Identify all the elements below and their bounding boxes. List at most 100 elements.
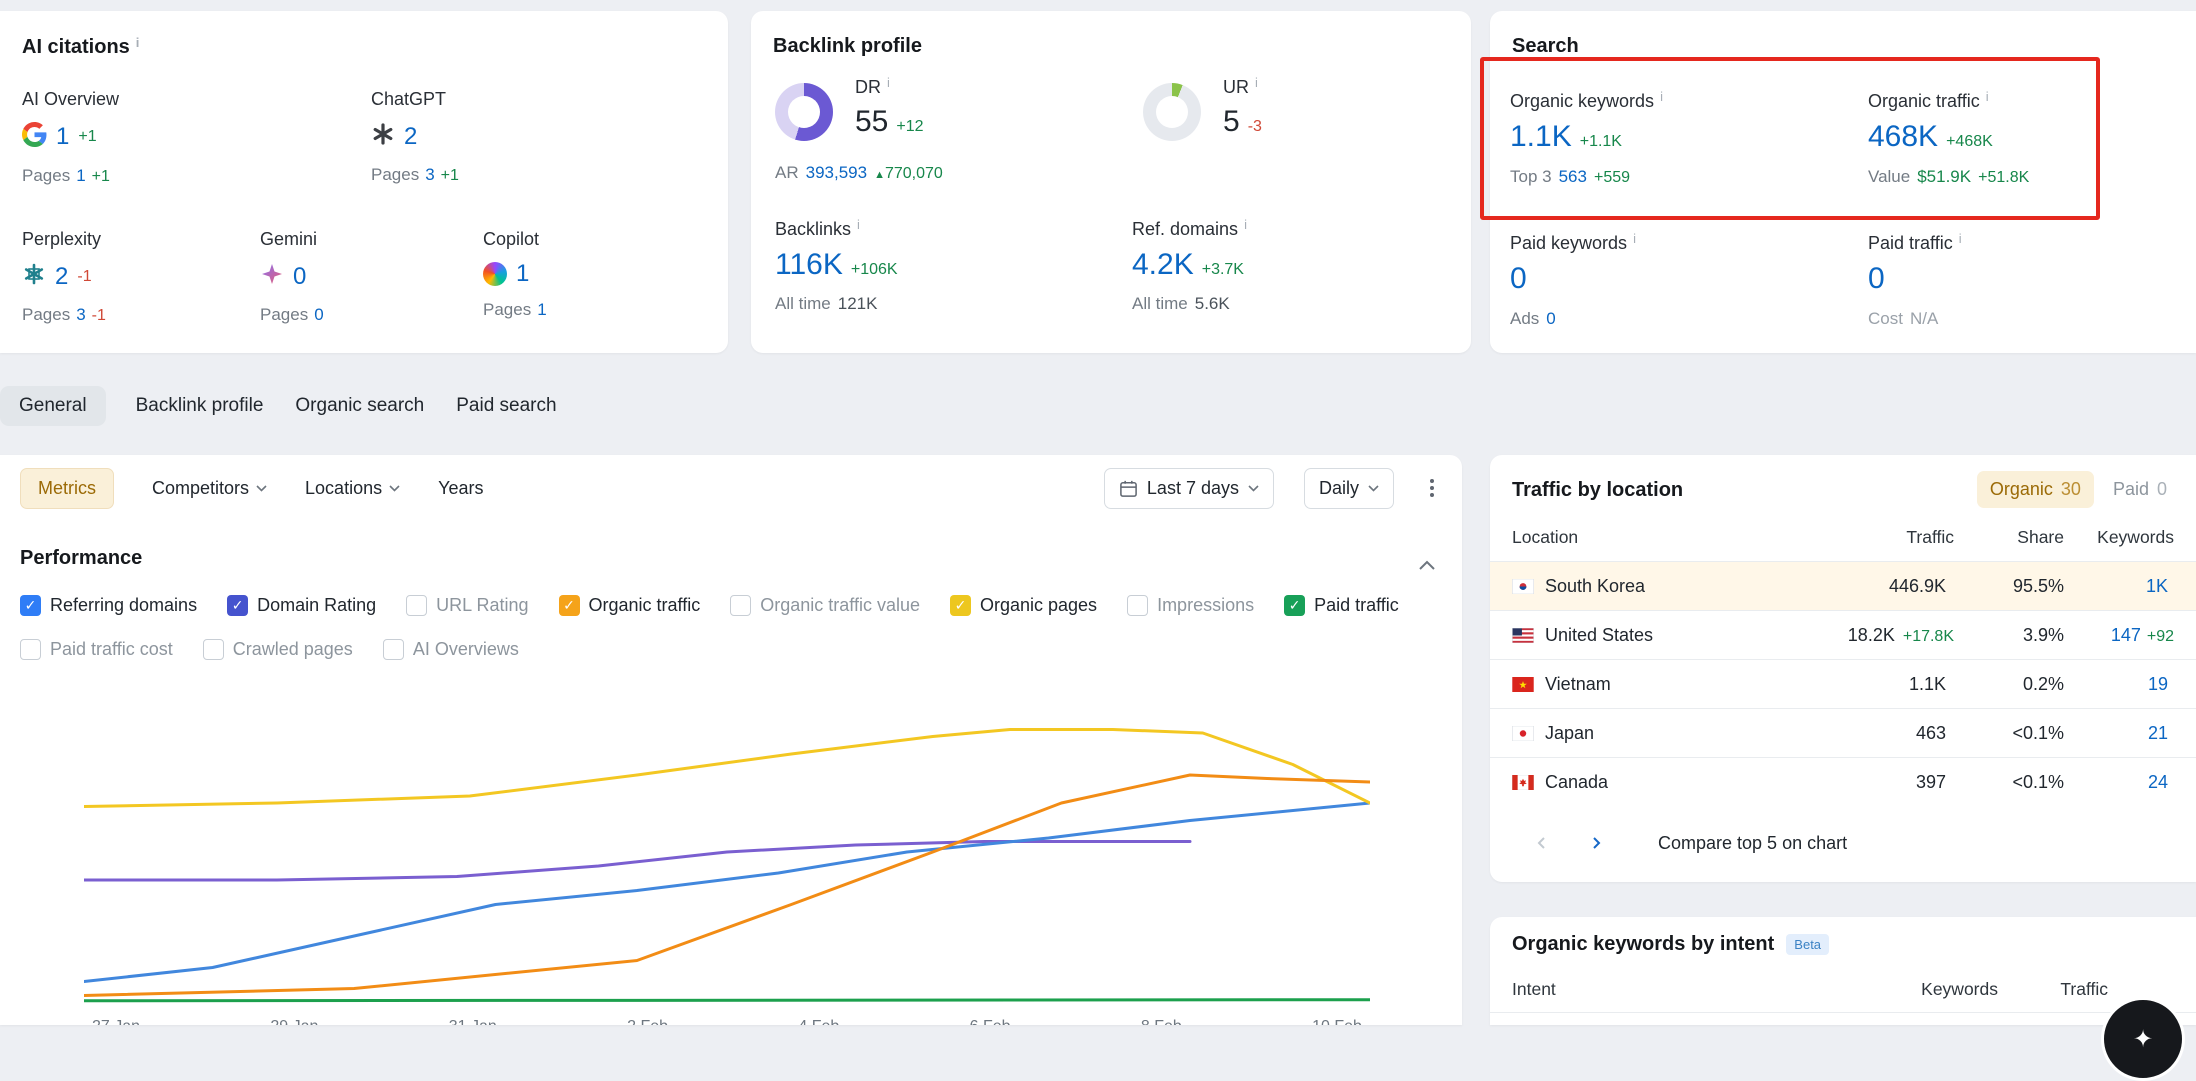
checkbox-icon[interactable] bbox=[730, 595, 751, 616]
location-name[interactable]: Canada bbox=[1545, 772, 1608, 793]
value-delta: +51.8K bbox=[1978, 169, 2029, 187]
ar-label: AR bbox=[775, 163, 799, 183]
pages-value[interactable]: 3 bbox=[76, 305, 85, 325]
ai-citations-value[interactable]: 0 bbox=[293, 265, 306, 289]
header-traffic: Traffic bbox=[1998, 979, 2108, 1000]
keywords-value[interactable]: 147 bbox=[2111, 625, 2141, 646]
keywords-value[interactable]: 19 bbox=[2148, 674, 2168, 695]
checkbox-icon[interactable] bbox=[406, 595, 427, 616]
metric-checkbox-ai-overviews[interactable]: AI Overviews bbox=[383, 639, 519, 660]
metric-checkbox-domain-rating[interactable]: Domain Rating bbox=[227, 595, 376, 616]
checkbox-icon[interactable] bbox=[227, 595, 248, 616]
date-range-dropdown[interactable]: Last 7 days bbox=[1104, 468, 1274, 509]
location-name[interactable]: South Korea bbox=[1545, 576, 1645, 597]
traffic-value: 1.1K bbox=[1909, 674, 1946, 695]
paid-keywords-value[interactable]: 0 bbox=[1510, 264, 1527, 294]
value-amount[interactable]: $51.9K bbox=[1917, 167, 1971, 187]
metrics-filter-button[interactable]: Metrics bbox=[20, 468, 114, 509]
competitors-dropdown[interactable]: Competitors bbox=[152, 478, 267, 499]
prev-page-button[interactable] bbox=[1524, 825, 1560, 861]
collapse-section-button[interactable] bbox=[1418, 555, 1436, 576]
info-icon[interactable]: i bbox=[1986, 89, 1989, 104]
info-icon[interactable]: i bbox=[887, 75, 890, 90]
locations-dropdown[interactable]: Locations bbox=[305, 478, 400, 499]
checkbox-icon[interactable] bbox=[20, 595, 41, 616]
organic-toggle-button[interactable]: Organic30 bbox=[1977, 471, 2094, 508]
paid-traffic-value[interactable]: 0 bbox=[1868, 264, 1885, 294]
checkbox-icon[interactable] bbox=[559, 595, 580, 616]
metric-checkbox-organic-pages[interactable]: Organic pages bbox=[950, 595, 1097, 616]
info-icon[interactable]: i bbox=[1959, 231, 1962, 246]
tab-backlink-profile[interactable]: Backlink profile bbox=[134, 386, 266, 426]
top3-value[interactable]: 563 bbox=[1559, 167, 1587, 187]
table-row-japan[interactable]: Japan 463 <0.1% 21 bbox=[1490, 708, 2196, 757]
table-row-south-korea[interactable]: South Korea 446.9K 95.5% 1K bbox=[1490, 561, 2196, 610]
backlink-profile-card: Backlink profile DRi 55 +12 AR 393,593 ▲… bbox=[751, 11, 1471, 353]
pages-value[interactable]: 3 bbox=[425, 165, 434, 185]
location-name[interactable]: Vietnam bbox=[1545, 674, 1611, 695]
info-icon[interactable]: i bbox=[1244, 217, 1247, 232]
paid-traffic-label: Paid traffic bbox=[1868, 233, 1953, 253]
keywords-value[interactable]: 24 bbox=[2148, 772, 2168, 793]
keywords-value[interactable]: 21 bbox=[2148, 723, 2168, 744]
granularity-dropdown[interactable]: Daily bbox=[1304, 468, 1394, 509]
info-icon[interactable]: i bbox=[1633, 231, 1636, 246]
checkbox-icon[interactable] bbox=[1127, 595, 1148, 616]
keywords-by-intent-title: Organic keywords by intent bbox=[1512, 933, 1774, 956]
organic-keywords-value[interactable]: 1.1K bbox=[1510, 122, 1572, 152]
organic-traffic-value[interactable]: 468K bbox=[1868, 122, 1938, 152]
metric-checkbox-paid-traffic-cost[interactable]: Paid traffic cost bbox=[20, 639, 173, 660]
pages-value[interactable]: 1 bbox=[76, 166, 85, 186]
performance-line-chart[interactable] bbox=[84, 670, 1370, 1020]
ar-value[interactable]: 393,593 bbox=[806, 163, 867, 183]
metric-checkbox-paid-traffic[interactable]: Paid traffic bbox=[1284, 595, 1399, 616]
table-row-united-states[interactable]: United States 18.2K+17.8K 3.9% 147+92 bbox=[1490, 610, 2196, 659]
ai-citations-value[interactable]: 1 bbox=[516, 262, 529, 286]
years-button[interactable]: Years bbox=[438, 478, 483, 499]
tab-organic-search[interactable]: Organic search bbox=[293, 386, 426, 426]
checkbox-icon[interactable] bbox=[950, 595, 971, 616]
chat-widget-button[interactable]: ✦ bbox=[2101, 997, 2185, 1081]
ai-citations-value[interactable]: 1 bbox=[56, 125, 69, 149]
metric-checkbox-impressions[interactable]: Impressions bbox=[1127, 595, 1254, 616]
location-name[interactable]: United States bbox=[1545, 625, 1653, 646]
metric-checkbox-organic-traffic[interactable]: Organic traffic bbox=[559, 595, 701, 616]
tab-general[interactable]: General bbox=[0, 386, 106, 426]
metric-label: Domain Rating bbox=[257, 595, 376, 616]
checkbox-icon[interactable] bbox=[1284, 595, 1305, 616]
chevron-right-icon bbox=[1589, 836, 1603, 850]
dr-delta: +12 bbox=[896, 118, 923, 136]
flag-japan-icon bbox=[1512, 726, 1534, 741]
info-icon[interactable]: i bbox=[1255, 75, 1258, 90]
pages-value[interactable]: 0 bbox=[314, 305, 323, 325]
header-intent: Intent bbox=[1512, 979, 1868, 1000]
pages-value[interactable]: 1 bbox=[537, 300, 546, 320]
metric-checkbox-crawled-pages[interactable]: Crawled pages bbox=[203, 639, 353, 660]
metric-checkbox-url-rating[interactable]: URL Rating bbox=[406, 595, 528, 616]
info-icon[interactable]: i bbox=[136, 35, 140, 50]
ai-citations-title: AI citationsi bbox=[22, 35, 139, 59]
paid-toggle-button[interactable]: Paid0 bbox=[2100, 471, 2180, 508]
backlinks-value[interactable]: 116K bbox=[775, 250, 843, 280]
ai-citations-value[interactable]: 2 bbox=[55, 265, 68, 289]
checkbox-icon[interactable] bbox=[383, 639, 404, 660]
info-icon[interactable]: i bbox=[857, 217, 860, 232]
keywords-value[interactable]: 1K bbox=[2146, 576, 2168, 597]
metric-checkbox-organic-traffic-value[interactable]: Organic traffic value bbox=[730, 595, 920, 616]
table-row-vietnam[interactable]: Vietnam 1.1K 0.2% 19 bbox=[1490, 659, 2196, 708]
ai-citation-copilot: Copilot 1 Pages1 bbox=[483, 229, 703, 320]
info-icon[interactable]: i bbox=[1660, 89, 1663, 104]
ads-value[interactable]: 0 bbox=[1546, 309, 1555, 329]
kebab-menu-icon[interactable] bbox=[1424, 473, 1440, 503]
next-page-button[interactable] bbox=[1578, 825, 1614, 861]
ai-citation-gemini: Gemini 0 Pages0 bbox=[260, 229, 480, 325]
metric-checkbox-referring-domains[interactable]: Referring domains bbox=[20, 595, 197, 616]
checkbox-icon[interactable] bbox=[203, 639, 224, 660]
ref-domains-value[interactable]: 4.2K bbox=[1132, 250, 1194, 280]
tab-paid-search[interactable]: Paid search bbox=[454, 386, 558, 426]
checkbox-icon[interactable] bbox=[20, 639, 41, 660]
location-name[interactable]: Japan bbox=[1545, 723, 1594, 744]
ai-citations-value[interactable]: 2 bbox=[404, 125, 417, 149]
table-row-canada[interactable]: Canada 397 <0.1% 24 bbox=[1490, 757, 2196, 806]
compare-top5-link[interactable]: Compare top 5 on chart bbox=[1658, 833, 1847, 854]
